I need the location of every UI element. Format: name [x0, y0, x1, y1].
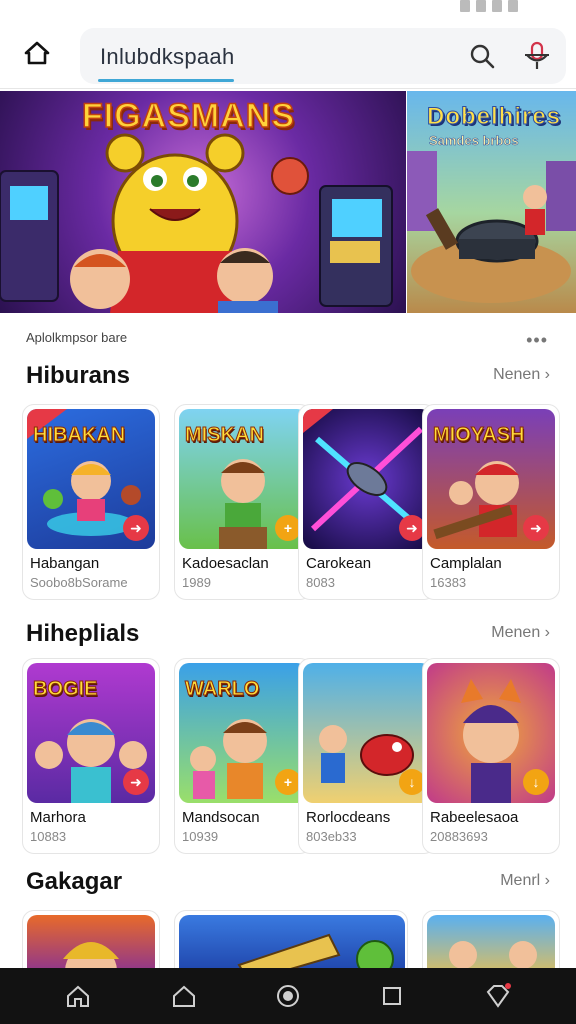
app-card[interactable]: ↓ Rabeelesaoa 20883693: [422, 658, 560, 854]
section-title: Hiburans: [26, 362, 131, 389]
more-options-icon[interactable]: •••: [526, 330, 548, 351]
nav-recents-icon[interactable]: [378, 982, 406, 1010]
featured-carousel[interactable]: FIGASMANS Dobelhires Samdes brbos: [0, 91, 576, 313]
app-card[interactable]: [422, 910, 560, 970]
app-thumbnail: ➜: [303, 409, 431, 549]
section-caption: Aplolkmpsor bare: [26, 330, 128, 345]
search-input[interactable]: Inlubdkspaah: [100, 44, 234, 70]
navigation-bar: [0, 968, 576, 1024]
app-row-2: BOGIE ➜ Marhora 10883 WARLO + Mandsocan …: [22, 658, 576, 854]
app-thumbnail: ↓: [303, 663, 431, 803]
search-underline: [98, 79, 234, 82]
app-thumbnail: HIBAKAN ➜: [27, 409, 155, 549]
download-badge-icon[interactable]: ↓: [523, 769, 549, 795]
app-thumbnail: [179, 915, 405, 970]
app-name: Kadoesaclan: [182, 555, 269, 572]
app-meta: Soobo8bSorame: [30, 575, 128, 590]
app-meta: 10883: [30, 829, 67, 844]
battery-icon: [492, 0, 502, 12]
voice-search-icon[interactable]: [522, 40, 552, 72]
nav-circle-icon[interactable]: [274, 982, 302, 1010]
app-meta: 8083: [306, 575, 335, 590]
section-header-2: Hiheplials Menen ›: [26, 620, 556, 652]
header-divider: [0, 88, 576, 89]
nav-home-icon[interactable]: [64, 982, 92, 1010]
play-badge-icon[interactable]: ➜: [523, 515, 549, 541]
app-art-title: WARLO: [185, 678, 260, 700]
app-name: Camplalan: [430, 555, 502, 572]
app-meta: 10939: [182, 829, 219, 844]
app-name: Carokean: [306, 555, 372, 572]
section-caption-row: Aplolkmpsor bare •••: [26, 330, 556, 350]
app-art-title: MIOYASH: [433, 424, 526, 446]
app-card[interactable]: WARLO + Mandsocan 10939: [174, 658, 312, 854]
app-thumbnail: WARLO +: [179, 663, 307, 803]
battery-icon-2: [508, 0, 518, 12]
app-thumbnail: ↓: [427, 663, 555, 803]
see-more-link[interactable]: Nenen ›: [493, 366, 550, 384]
section-title: Hiheplials: [26, 620, 140, 647]
app-name: Marhora: [30, 809, 86, 826]
app-card[interactable]: ↓ Rorlocdeans 803eb33: [298, 658, 436, 854]
app-name: Rorlocdeans: [306, 809, 391, 826]
banner-side-subtitle: Samdes brbos: [429, 133, 519, 149]
nav-gem-icon[interactable]: [484, 982, 512, 1010]
app-card[interactable]: MISKAN + Kadoesaclan 1989: [174, 404, 312, 600]
app-art: [449, 941, 537, 969]
home-icon[interactable]: [22, 38, 52, 68]
app-card[interactable]: ➜ Carokean 8083: [298, 404, 436, 600]
app-meta: 803eb33: [306, 829, 357, 844]
app-thumbnail: BOGIE ➜: [27, 663, 155, 803]
app-thumbnail: MISKAN +: [179, 409, 307, 549]
app-art: [63, 942, 119, 970]
play-badge-icon[interactable]: ➜: [123, 515, 149, 541]
featured-banner-main[interactable]: FIGASMANS: [0, 91, 406, 313]
app-thumbnail: [27, 915, 155, 970]
app-row-3: [22, 910, 576, 970]
app-card[interactable]: BOGIE ➜ Marhora 10883: [22, 658, 160, 854]
app-meta: 16383: [430, 575, 467, 590]
app-art-title: HIBAKAN: [33, 424, 126, 446]
featured-banner-secondary[interactable]: Dobelhires Samdes brbos: [407, 91, 576, 313]
banner-side-title: Dobelhires: [426, 103, 562, 131]
signal-icon: [460, 0, 470, 12]
section-header-1: Hiburans Nenen ›: [26, 362, 556, 394]
status-bar: [0, 0, 576, 16]
section-title: Gakagar: [26, 868, 123, 895]
app-thumbnail: [427, 915, 555, 970]
top-bar: Inlubdkspaah: [0, 24, 576, 86]
app-card[interactable]: [22, 910, 160, 970]
app-art-title: BOGIE: [33, 678, 98, 700]
status-icons: [438, 0, 518, 14]
banner-main-title: FIGASMANS: [81, 96, 295, 136]
see-more-link[interactable]: Menen ›: [491, 624, 550, 642]
section-header-3: Gakagar Menrl ›: [26, 868, 556, 900]
app-name: Habangan: [30, 555, 100, 572]
search-bar[interactable]: Inlubdkspaah: [80, 28, 566, 84]
wifi-icon: [476, 0, 486, 12]
app-meta: 20883693: [430, 829, 488, 844]
app-meta: 1989: [182, 575, 211, 590]
app-name: Rabeelesaoa: [430, 809, 519, 826]
app-card[interactable]: MIOYASH ➜ Camplalan 16383: [422, 404, 560, 600]
nav-back-icon[interactable]: [170, 982, 198, 1010]
search-icon[interactable]: [468, 42, 496, 70]
app-art: [237, 933, 394, 970]
play-badge-icon[interactable]: ➜: [123, 769, 149, 795]
app-row-1: HIBAKAN ➜ Habangan Soobo8bSorame MISKAN …: [22, 404, 576, 600]
app-thumbnail: MIOYASH ➜: [427, 409, 555, 549]
app-card[interactable]: HIBAKAN ➜ Habangan Soobo8bSorame: [22, 404, 160, 600]
see-more-link[interactable]: Menrl ›: [500, 872, 550, 890]
app-card-wide[interactable]: [174, 910, 408, 970]
app-name: Mandsocan: [182, 809, 260, 826]
app-art-title: MISKAN: [185, 424, 265, 446]
